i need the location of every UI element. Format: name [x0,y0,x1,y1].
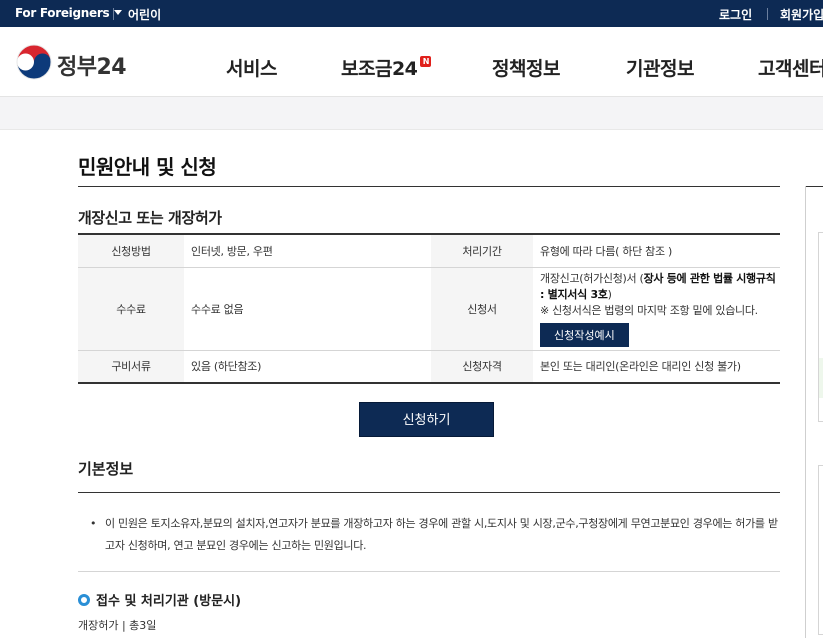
table-row: 구비서류 있음 (하단참조) 신청자격 본인 또는 대리인(온라인은 대리인 신… [78,350,780,383]
form-label: 신청서 [431,267,533,351]
taegeuk-logo-icon [16,44,52,80]
basic-info-body: 이 민원은 토지소유자,분묘의 설치자,연고자가 분묘를 개장하고자 하는 경우… [105,517,778,552]
form-close: ) [607,287,612,301]
for-foreigners-menu[interactable]: For Foreigners [15,6,123,20]
table-row: 수수료 수수료 없음 신청서 개장신고(허가신청)서 (장사 등에 관한 법률 … [78,267,780,351]
form-cell: 개장신고(허가신청)서 (장사 등에 관한 법률 시행규칙 : 별지서식 3호)… [533,267,780,351]
basic-info-text: • 이 민원은 토지소유자,분묘의 설치자,연고자가 분묘를 개장하고자 하는 … [90,513,780,557]
apply-button[interactable]: 신청하기 [359,402,494,437]
documents-label: 구비서류 [78,350,184,383]
form-name: 개장신고(허가신청)서 ( [540,271,644,285]
login-link[interactable]: 로그인 [719,6,752,23]
form-description: 개장신고(허가신청)서 (장사 등에 관한 법률 시행규칙 : 별지서식 3호) [540,271,780,303]
nav-services[interactable]: 서비스 [226,54,277,81]
right-panel-border [805,186,806,638]
nav-policy-info[interactable]: 정책정보 [492,54,560,81]
nav-customer-center[interactable]: 고객센터 [758,54,823,81]
documents-value: 있음 (하단참조) [191,360,262,374]
nav-agency-info[interactable]: 기관정보 [626,54,694,81]
form-note: ※ 신청서식은 법령의 마지막 조항 밑에 있습니다. [540,303,758,317]
right-panel-highlight [819,358,823,398]
service-subtitle: 개장신고 또는 개장허가 [78,209,222,227]
processing-agency-sub: 개장허가 | 총3일 [78,619,157,632]
new-badge: N [420,56,432,67]
bullet-icon: • [90,517,97,530]
divider [78,492,780,493]
fee-value: 수수료 없음 [184,267,431,351]
kids-link[interactable]: 어린이 [128,6,161,23]
circle-bullet-icon [78,594,90,606]
processing-agency-title: 접수 및 처리기관 (방문시) [78,590,241,609]
for-foreigners-label: For Foreigners [15,6,110,20]
caret-down-icon [114,10,123,15]
right-panel-box [818,232,823,422]
basic-info-title: 기본정보 [78,460,134,478]
divider [805,186,823,187]
fee-label: 수수료 [78,267,184,351]
nav-subsidy24-label: 보조금24 [341,58,418,80]
method-label: 신청방법 [78,234,184,268]
right-panel-box [818,465,823,635]
nav-subsidy24[interactable]: 보조금24 N [341,54,432,81]
divider [78,186,780,187]
period-value: 유형에 따라 다름( 하단 참조 ) [533,234,780,268]
processing-agency-label: 접수 및 처리기관 (방문시) [96,594,242,609]
top-utility-bar: For Foreigners 어린이 로그인 회원가입 [0,0,823,27]
divider [113,8,114,20]
service-info-table: 신청방법 인터넷, 방문, 우편 처리기간 유형에 따라 다름( 하단 참조 )… [78,233,780,384]
table-row: 신청방법 인터넷, 방문, 우편 처리기간 유형에 따라 다름( 하단 참조 ) [78,234,780,268]
sample-form-button[interactable]: 신청작성예시 [540,322,629,347]
divider [767,8,768,20]
period-label: 처리기간 [431,234,533,268]
qualification-label: 신청자격 [431,350,533,383]
method-value: 인터넷, 방문, 우편 [184,234,431,268]
divider [78,571,780,572]
logo-text[interactable]: 정부24 [57,49,127,81]
site-header: 정부24 서비스 보조금24 N 정책정보 기관정보 고객센터 [0,27,823,97]
page-title: 민원안내 및 신청 [78,155,217,179]
breadcrumb-strip [0,97,823,130]
qualification-value: 본인 또는 대리인(온라인은 대리인 신청 불가) [540,360,741,374]
join-link[interactable]: 회원가입 [780,6,823,23]
